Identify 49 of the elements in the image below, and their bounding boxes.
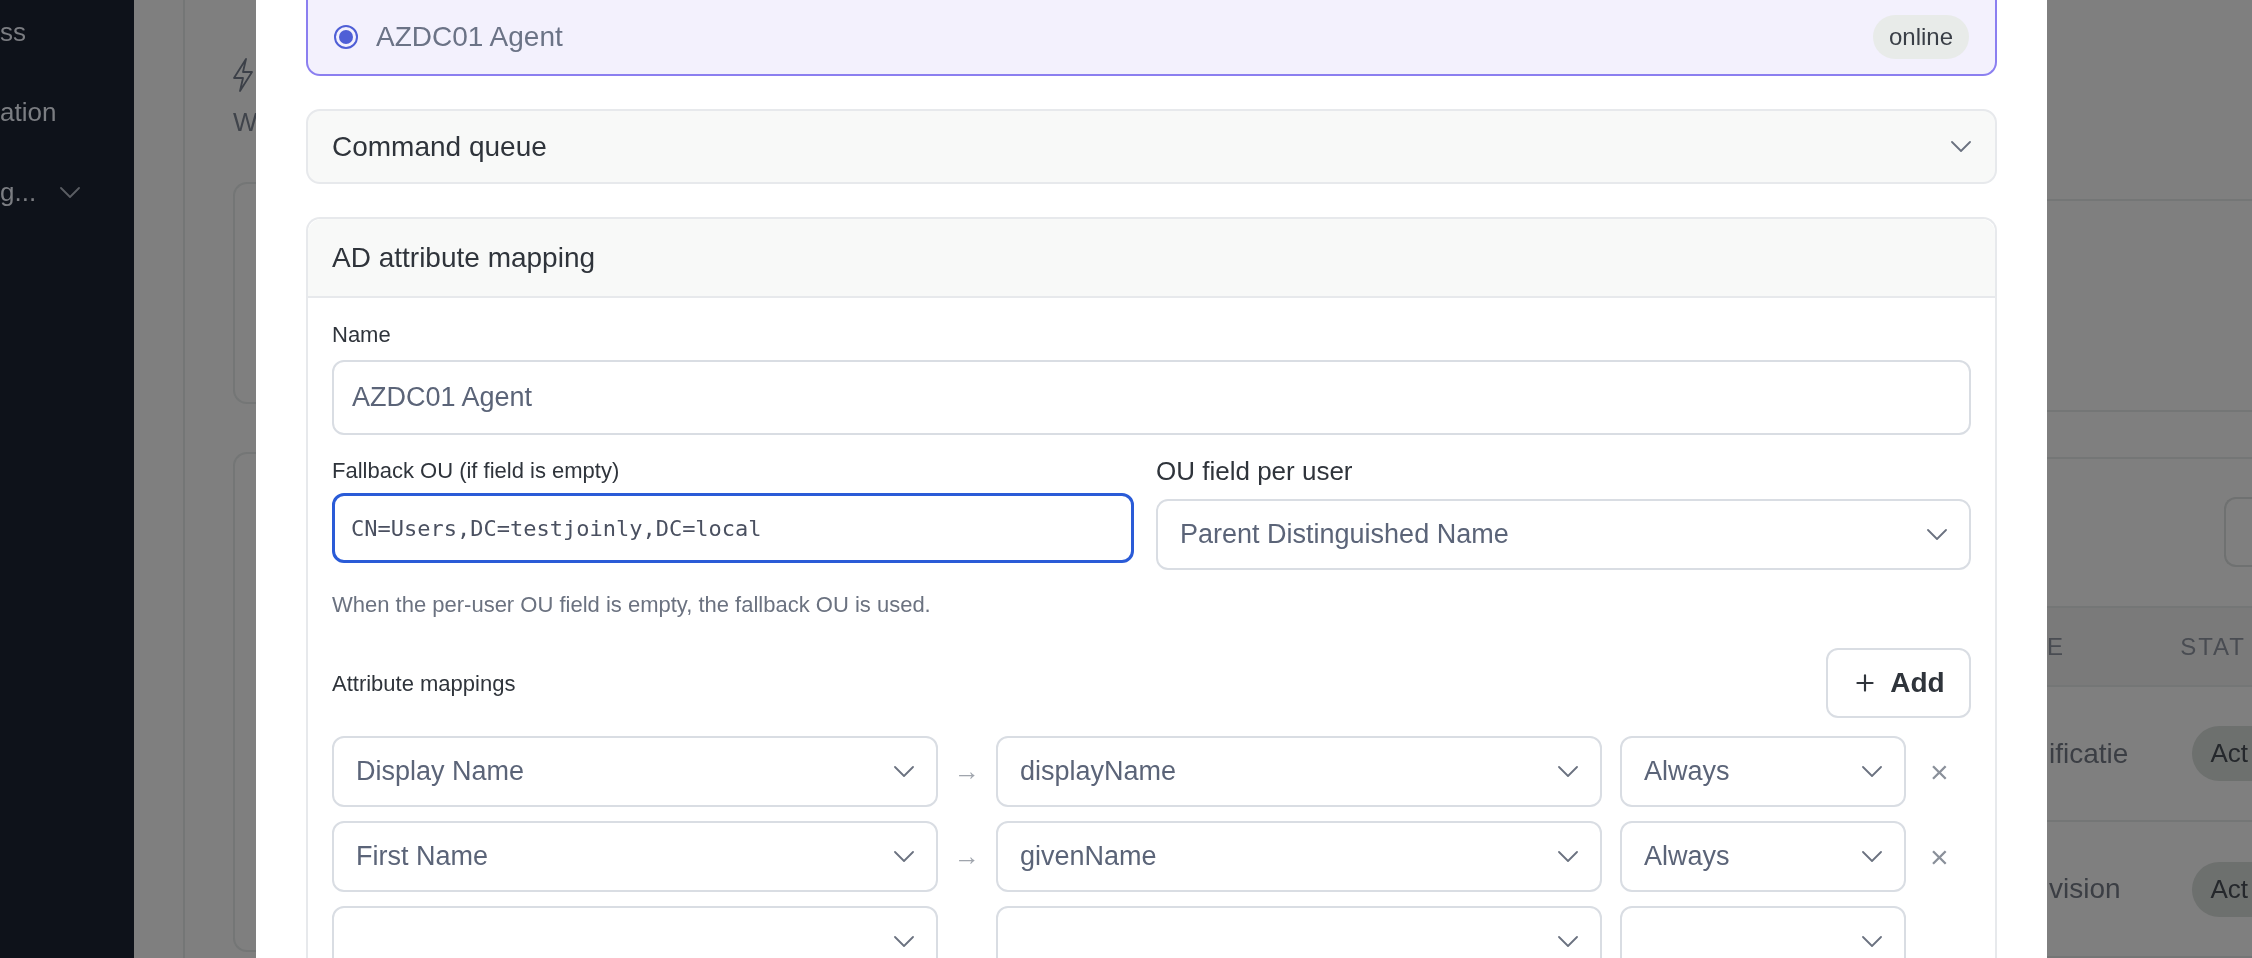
mode-select[interactable]: Always (1620, 821, 1906, 892)
source-select[interactable]: First Name (332, 821, 938, 892)
target-select[interactable]: givenName (996, 821, 1602, 892)
collapsible-section[interactable]: Command queue (306, 109, 1997, 184)
chevron-down-icon (1558, 851, 1578, 862)
target-select[interactable] (996, 906, 1602, 958)
chevron-down-icon (894, 766, 914, 777)
chevron-down-icon (1862, 851, 1882, 862)
source-select[interactable]: Display Name (332, 736, 938, 807)
sidebar-item[interactable]: ss (0, 14, 26, 50)
target-select[interactable]: displayName (996, 736, 1602, 807)
agent-option[interactable]: AZDC01 Agent online (306, 0, 1997, 76)
panel-header[interactable]: AD attribute mapping (308, 219, 1995, 298)
mode-select[interactable] (1620, 906, 1906, 958)
ou-field-select[interactable]: Parent Distinguished Name (1156, 499, 1971, 570)
chevron-down-icon (894, 936, 914, 947)
sidebar-item[interactable]: g... (0, 174, 80, 210)
chevron-down-icon (1862, 936, 1882, 947)
field-label: Name (332, 321, 392, 349)
name-field[interactable]: AZDC01 Agent (332, 360, 1971, 435)
agent-name: AZDC01 Agent (376, 20, 563, 54)
status-badge: Act (2192, 861, 2252, 917)
status-badge: Act (2192, 726, 2252, 782)
chevron-down-icon (1862, 766, 1882, 777)
chevron-down-icon (1927, 529, 1947, 540)
sidebar-item[interactable]: ation (0, 94, 57, 130)
section-label: Attribute mappings (332, 669, 516, 698)
field-label: OU field per user (1156, 455, 1354, 488)
lightning-icon (233, 58, 253, 92)
chevron-down-icon (1951, 141, 1971, 152)
remove-button[interactable]: × (1930, 755, 1949, 788)
chevron-down-icon (60, 186, 80, 198)
page-heading: W (233, 107, 258, 137)
chevron-down-icon (1558, 936, 1578, 947)
remove-button[interactable]: × (1930, 840, 1949, 873)
source-select[interactable] (332, 906, 938, 958)
help-text: When the per-user OU field is empty, the fallback OU is used. (332, 591, 932, 619)
fallback-ou-field[interactable]: CN=Users,DC=testjoinly,DC=local (332, 493, 1134, 563)
chevron-down-icon (894, 851, 914, 862)
field-label: Fallback OU (if field is empty) (332, 457, 621, 485)
table-cell-text: vision (2049, 872, 2121, 907)
mode-select[interactable]: Always (1620, 736, 1906, 807)
arrow-text: → (953, 755, 981, 788)
status-badge: online (1872, 15, 1969, 59)
add-button[interactable]: Add (1826, 648, 1971, 718)
table-cell-text: ificatie (2049, 736, 2129, 771)
chevron-down-icon (1558, 766, 1578, 777)
radio-button[interactable] (334, 25, 358, 49)
arrow-text: → (953, 840, 981, 873)
